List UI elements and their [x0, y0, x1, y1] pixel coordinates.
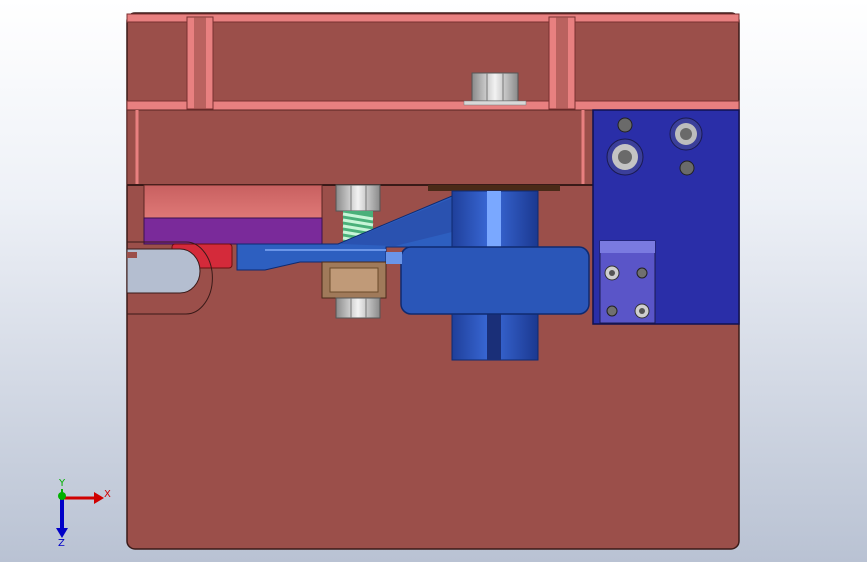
top-hex-bolt[interactable]: [471, 72, 519, 102]
top-rib[interactable]: [126, 13, 740, 23]
cad-viewport[interactable]: X Y Z: [0, 0, 867, 562]
small-pin[interactable]: [606, 305, 618, 317]
rib-slot-left: [194, 17, 206, 109]
pivot-washer: [428, 185, 560, 191]
pin-hole-right[interactable]: [679, 160, 695, 176]
bracket-top-face: [600, 241, 655, 253]
block-face: [329, 267, 379, 293]
cylinder-band[interactable]: [143, 217, 323, 245]
bottom-nut[interactable]: [335, 297, 381, 319]
shaft-slot: [487, 191, 501, 249]
pivot-joint: [386, 252, 402, 264]
y-axis-label: Y: [58, 478, 66, 489]
rib-slot-right: [556, 17, 568, 109]
cylinder-housing[interactable]: [143, 184, 323, 221]
small-pin[interactable]: [636, 267, 648, 279]
x-axis-label: X: [104, 489, 111, 500]
hex-socket: [680, 128, 692, 140]
small-screw-socket: [639, 308, 645, 314]
hex-socket: [618, 150, 632, 164]
slot-cutout: [126, 248, 201, 294]
upper-plate[interactable]: [126, 109, 594, 186]
pin-hole-top[interactable]: [617, 117, 633, 133]
small-screw-socket: [609, 270, 615, 276]
slot-edge: [127, 252, 137, 258]
middle-rib[interactable]: [126, 100, 740, 111]
z-axis-label: Z: [58, 538, 65, 548]
pivot-block[interactable]: [400, 246, 590, 315]
spring-top-nut[interactable]: [335, 184, 381, 212]
x-axis-arrowhead: [94, 492, 104, 504]
bolt-washer: [463, 100, 527, 106]
shaft-slot: [487, 312, 501, 360]
coordinate-triad: X Y Z: [56, 478, 111, 548]
die-assembly-model[interactable]: [0, 0, 867, 562]
z-axis-arrowhead: [56, 528, 68, 538]
